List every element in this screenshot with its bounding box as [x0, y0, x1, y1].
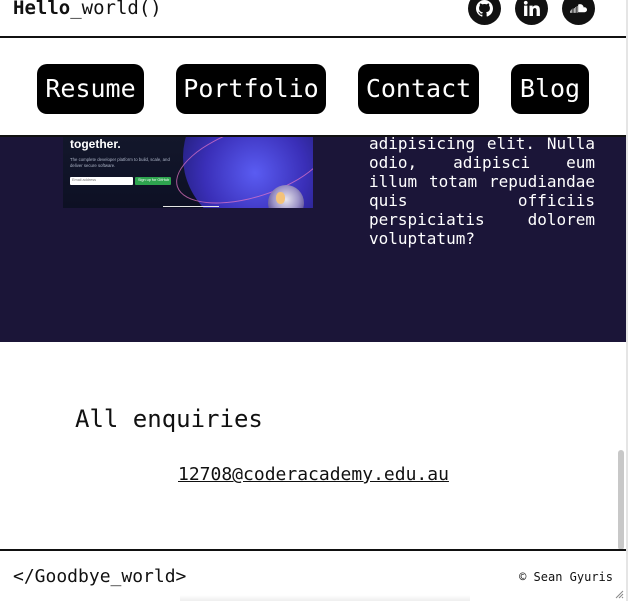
brand-bold-text: Hello [13, 0, 71, 19]
main-nav: Resume Portfolio Contact Blog [0, 38, 626, 137]
social-links [468, 0, 595, 25]
screenshot-subtext: The complete developer platform to build… [70, 157, 170, 168]
site-footer: </Goodbye_world> © Sean Gyuris [0, 549, 626, 601]
site-header: Hello_world() [0, 0, 626, 38]
soundcloud-icon [570, 4, 587, 13]
resize-grip-icon[interactable] [614, 589, 624, 599]
nav-blog-button[interactable]: Blog [511, 64, 589, 114]
linkedin-link[interactable] [515, 0, 548, 25]
portfolio-section: together. The complete developer platfor… [0, 137, 626, 342]
soundcloud-link[interactable] [562, 0, 595, 25]
screenshot-signup-label: Sign up for GitHub [138, 178, 170, 182]
brand-rest-text: _world() [70, 0, 162, 19]
enquiries-email-link[interactable]: 12708@coderacademy.edu.au [178, 463, 449, 487]
screenshot-divider [163, 206, 219, 207]
footer-sign-off: </Goodbye_world> [13, 566, 187, 587]
footer-shadow [180, 595, 470, 601]
linkedin-icon [523, 0, 540, 16]
scrollbar-thumb[interactable] [618, 450, 624, 550]
site-brand[interactable]: Hello_world() [13, 0, 162, 20]
github-icon [476, 0, 493, 17]
astronaut-face-graphic [276, 192, 285, 204]
project-description: adipisicing elit. Nulla odio, adipisci e… [369, 137, 595, 248]
nav-contact-button[interactable]: Contact [358, 64, 479, 114]
nav-resume-button[interactable]: Resume [37, 64, 144, 114]
screenshot-email-placeholder: Email address [72, 178, 97, 182]
nav-portfolio-button[interactable]: Portfolio [176, 64, 326, 114]
github-link[interactable] [468, 0, 501, 25]
enquiries-heading: All enquiries [75, 405, 263, 433]
screenshot-email-field: Email address [70, 177, 133, 185]
footer-copyright: © Sean Gyuris [519, 570, 613, 584]
screenshot-signup-button: Sign up for GitHub [135, 177, 171, 185]
screenshot-headline: together. [70, 137, 121, 151]
project-screenshot[interactable]: together. The complete developer platfor… [63, 137, 313, 208]
